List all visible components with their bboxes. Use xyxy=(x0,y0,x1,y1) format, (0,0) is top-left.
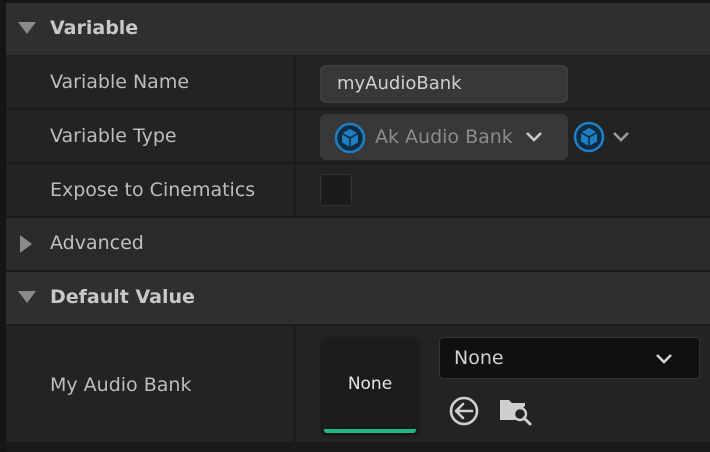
arrow-left-circle-icon[interactable] xyxy=(447,394,481,428)
expose-to-cinematics-label: Expose to Cinematics xyxy=(50,179,256,201)
folder-search-icon[interactable] xyxy=(497,392,533,428)
property-row-variable-type: Variable Type Ak Audio Bank xyxy=(6,110,710,164)
variable-name-value: myAudioBank xyxy=(337,73,462,94)
section-header-variable[interactable]: Variable xyxy=(6,3,710,56)
section-header-default-value[interactable]: Default Value xyxy=(6,272,710,325)
variable-name-label: Variable Name xyxy=(50,71,190,93)
expose-to-cinematics-checkbox[interactable] xyxy=(320,174,352,206)
section-header-advanced[interactable]: Advanced xyxy=(6,218,710,270)
triangle-down-icon xyxy=(18,291,36,303)
triangle-down-icon xyxy=(18,22,36,34)
variable-type-value: Ak Audio Bank xyxy=(375,126,513,148)
section-title-default-value: Default Value xyxy=(50,286,195,308)
my-audio-bank-label: My Audio Bank xyxy=(50,374,192,396)
container-type-cube-icon[interactable] xyxy=(573,121,605,153)
triangle-right-icon xyxy=(20,235,32,253)
column-divider[interactable] xyxy=(294,164,296,216)
chevron-down-icon xyxy=(656,354,672,364)
variable-type-dropdown[interactable]: Ak Audio Bank xyxy=(320,114,568,160)
section-title-advanced: Advanced xyxy=(50,232,144,254)
asset-thumbnail[interactable]: None xyxy=(322,337,418,433)
variable-type-label: Variable Type xyxy=(50,125,177,147)
property-row-my-audio-bank: My Audio Bank None None xyxy=(6,326,710,442)
chevron-down-icon xyxy=(526,132,542,142)
variable-name-input[interactable]: myAudioBank xyxy=(320,65,568,103)
property-row-variable-name: Variable Name myAudioBank xyxy=(6,56,710,110)
column-divider[interactable] xyxy=(294,110,296,162)
container-type-chevron-down-icon[interactable] xyxy=(611,130,631,144)
column-divider[interactable] xyxy=(294,326,296,442)
asset-type-color-bar xyxy=(324,429,416,433)
cube-icon xyxy=(334,122,366,154)
section-title-variable: Variable xyxy=(50,17,139,39)
column-divider[interactable] xyxy=(294,56,296,108)
details-panel: Variable Variable Name myAudioBank Varia… xyxy=(6,3,710,452)
asset-thumbnail-text: None xyxy=(347,374,393,394)
asset-picker-value: None xyxy=(454,347,504,369)
asset-picker-dropdown[interactable]: None xyxy=(439,337,700,379)
property-row-expose-to-cinematics: Expose to Cinematics xyxy=(6,164,710,218)
